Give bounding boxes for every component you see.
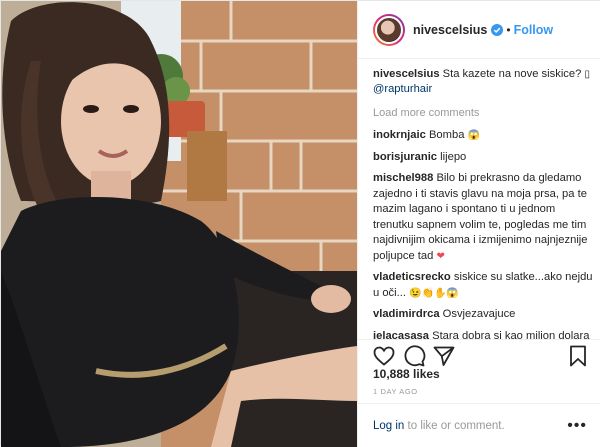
post-caption: nivescelsius Sta kazete na nove siskice?… — [373, 67, 595, 97]
selfie-image — [1, 1, 357, 447]
post-side-panel: nivescelsius • Follow nivescelsius Sta k… — [357, 1, 600, 447]
likes-count[interactable]: 10,888 likes — [373, 367, 440, 381]
emoji-icon: 😉👏✋😱 — [409, 287, 459, 299]
comment-text: Stara dobra si kao milion dolara — [432, 329, 590, 340]
comment-username[interactable]: borisjuranic — [373, 151, 437, 163]
comment-item: mischel988 Bilo bi prekrasno da gledamo … — [373, 171, 595, 264]
comments-list[interactable]: nivescelsius Sta kazete na nove siskice?… — [373, 67, 595, 339]
instagram-post: nivescelsius • Follow nivescelsius Sta k… — [0, 0, 600, 447]
login-link[interactable]: Log in — [373, 420, 404, 432]
comment-item: vladimirdrca Osvjezavajuce — [373, 307, 595, 323]
comment-text: Osvjezavajuce — [442, 308, 516, 320]
more-options-icon[interactable]: ••• — [567, 417, 587, 435]
comment-username[interactable]: inokrnjaic — [373, 129, 426, 141]
header-username[interactable]: nivescelsius — [413, 23, 487, 37]
post-header: nivescelsius • Follow — [358, 1, 600, 59]
heart-emoji-icon: ❤ — [436, 250, 445, 262]
comment-item: inokrnjaic Bomba 😱 — [373, 128, 595, 144]
comment-username[interactable]: jelacasasa — [373, 330, 429, 340]
comment-username[interactable]: vladimirdrca — [373, 308, 440, 320]
comment-username[interactable]: mischel988 — [373, 172, 433, 184]
caption-mention[interactable]: @rapturhair — [373, 83, 432, 95]
comment-text: Bomba — [428, 129, 465, 141]
header-separator: • — [506, 22, 511, 37]
post-date[interactable]: 1 DAY AGO — [373, 387, 418, 396]
share-icon[interactable] — [432, 344, 456, 368]
heart-icon[interactable] — [372, 344, 396, 368]
post-photo[interactable] — [1, 1, 357, 447]
login-prompt-text: to like or comment. — [404, 419, 505, 432]
comment-icon[interactable] — [402, 344, 426, 368]
verified-badge-icon — [491, 23, 504, 36]
comment-username[interactable]: vladeticsrecko — [373, 271, 451, 283]
caption-username[interactable]: nivescelsius — [373, 68, 440, 80]
avatar[interactable] — [373, 13, 405, 46]
caption-text: Sta kazete na nove siskice? — [442, 68, 585, 80]
comment-item: borisjuranic lijepo — [373, 150, 595, 166]
follow-button[interactable]: Follow — [514, 23, 554, 37]
comment-item: vladeticsrecko siskice su slatke...ako n… — [373, 270, 595, 301]
bookmark-icon[interactable] — [566, 344, 590, 368]
post-footer: Log in to like or comment. ••• — [358, 403, 600, 447]
comment-text: Bilo bi prekrasno da gledamo zajedno i t… — [373, 172, 588, 262]
emoji-icon: ▯ — [584, 69, 590, 80]
comment-text: lijepo — [440, 150, 467, 163]
emoji-icon: 😱 — [467, 130, 480, 141]
load-more-comments-link[interactable]: Load more comments — [373, 107, 595, 119]
login-prompt: Log in to like or comment. — [373, 420, 567, 432]
comment-item: jelacasasa Stara dobra si kao milion dol… — [373, 329, 595, 340]
action-bar — [358, 339, 600, 369]
